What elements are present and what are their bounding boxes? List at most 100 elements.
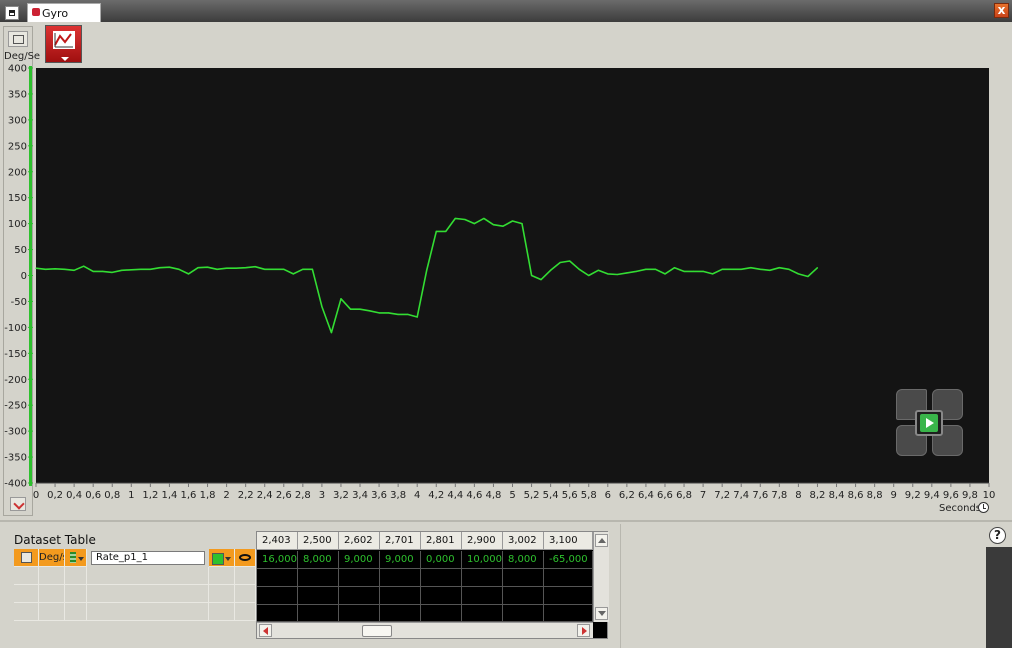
empty-cell bbox=[39, 603, 65, 621]
data-table-header: 2,403 2,500 2,602 2,701 2,801 2,900 3,00… bbox=[257, 532, 609, 550]
y-tick-label: -150 bbox=[4, 349, 27, 360]
value-cell[interactable]: 10,000 bbox=[462, 551, 503, 569]
empty-cell bbox=[257, 587, 298, 605]
info-panel bbox=[620, 524, 989, 648]
value-cell[interactable]: 8,000 bbox=[503, 551, 544, 569]
data-point bbox=[797, 273, 800, 275]
column-header[interactable]: 2,701 bbox=[380, 532, 421, 550]
value-cell[interactable]: -65,000 bbox=[544, 551, 593, 569]
column-header[interactable]: 3,002 bbox=[503, 532, 544, 550]
column-header[interactable]: 2,900 bbox=[462, 532, 503, 550]
data-point bbox=[769, 269, 771, 271]
horizontal-scrollbar[interactable] bbox=[257, 622, 593, 638]
x-tick-label: 0,6 bbox=[85, 490, 101, 501]
x-tick-label: 9 bbox=[891, 490, 897, 501]
x-tick-label: 3 bbox=[319, 490, 325, 501]
empty-cell bbox=[209, 585, 235, 603]
y-tick-label: -400 bbox=[4, 479, 27, 490]
y-tick-label: 200 bbox=[8, 167, 27, 178]
scroll-thumb[interactable] bbox=[362, 625, 392, 637]
x-tick-label: 6,8 bbox=[676, 490, 692, 501]
x-tick-label: 0,8 bbox=[104, 490, 120, 501]
column-header[interactable]: 2,602 bbox=[339, 532, 380, 550]
x-axis-unit-label: Seconds bbox=[939, 503, 982, 514]
help-icon[interactable]: ? bbox=[989, 527, 1006, 544]
visibility-eye-icon[interactable] bbox=[235, 549, 256, 567]
empty-cell bbox=[380, 605, 421, 622]
value-cell[interactable]: 16,000 bbox=[257, 551, 298, 569]
data-point bbox=[92, 270, 94, 272]
data-point bbox=[578, 268, 580, 270]
empty-cell bbox=[298, 587, 339, 605]
data-point bbox=[111, 271, 113, 273]
data-point bbox=[226, 267, 228, 269]
column-header[interactable]: 3,100 bbox=[544, 532, 593, 550]
play-button[interactable] bbox=[915, 410, 943, 436]
data-point bbox=[626, 272, 628, 274]
empty-cell bbox=[87, 603, 209, 621]
data-point bbox=[740, 268, 742, 270]
data-point bbox=[273, 268, 275, 270]
empty-cell bbox=[39, 585, 65, 603]
dataset-style-icon[interactable] bbox=[65, 549, 87, 567]
scroll-down-button[interactable] bbox=[595, 607, 608, 620]
data-point bbox=[464, 218, 466, 221]
scroll-up-button[interactable] bbox=[595, 534, 608, 547]
x-tick-label: 0,4 bbox=[66, 490, 82, 501]
data-point bbox=[330, 331, 333, 334]
dataset-name-field[interactable]: Rate_p1_1 bbox=[91, 551, 205, 565]
scroll-right-button[interactable] bbox=[577, 624, 590, 637]
data-point bbox=[673, 267, 676, 269]
y-tick-label: -300 bbox=[4, 427, 27, 438]
data-point bbox=[130, 269, 132, 271]
data-point bbox=[311, 268, 313, 270]
x-tick-label: 4,6 bbox=[466, 490, 482, 501]
empty-cell bbox=[462, 605, 503, 622]
data-point bbox=[759, 268, 761, 270]
value-cell[interactable]: 0,000 bbox=[421, 551, 462, 569]
value-cell[interactable]: 9,000 bbox=[380, 551, 421, 569]
data-point bbox=[340, 298, 342, 300]
data-point bbox=[530, 274, 533, 277]
data-point bbox=[750, 267, 752, 269]
x-tick-label: 5,6 bbox=[562, 490, 578, 501]
data-point bbox=[388, 312, 390, 314]
column-header[interactable]: 2,403 bbox=[257, 532, 298, 550]
data-point bbox=[569, 260, 571, 262]
y-tick-label: 0 bbox=[21, 271, 27, 282]
data-point bbox=[788, 268, 790, 270]
dataset-color-picker[interactable] bbox=[209, 549, 235, 567]
empty-cell bbox=[65, 603, 87, 621]
dataset-unit[interactable]: Deg/s bbox=[39, 549, 65, 567]
y-tick-label: 400 bbox=[8, 64, 27, 75]
x-tick-label: 3,6 bbox=[371, 490, 387, 501]
scroll-left-button[interactable] bbox=[259, 624, 272, 637]
column-header[interactable]: 2,500 bbox=[298, 532, 339, 550]
x-tick-label: 4,2 bbox=[428, 490, 444, 501]
data-point bbox=[731, 268, 733, 270]
dataset-settings-icon[interactable] bbox=[14, 549, 39, 567]
empty-cell bbox=[65, 585, 87, 603]
data-point bbox=[254, 266, 256, 268]
data-point bbox=[511, 220, 514, 222]
x-tick-label: 2,2 bbox=[238, 490, 254, 501]
value-cell[interactable]: 8,000 bbox=[298, 551, 339, 569]
data-point bbox=[368, 310, 371, 312]
x-tick-label: 4 bbox=[414, 490, 420, 501]
data-point bbox=[816, 267, 819, 269]
data-point bbox=[283, 268, 285, 270]
value-cell[interactable]: 9,000 bbox=[339, 551, 380, 569]
clock-icon[interactable] bbox=[978, 502, 989, 513]
data-point bbox=[702, 270, 704, 272]
empty-cell bbox=[421, 605, 462, 622]
data-point bbox=[435, 230, 437, 233]
column-header[interactable]: 2,801 bbox=[421, 532, 462, 550]
vertical-scrollbar[interactable] bbox=[593, 532, 609, 622]
empty-cell bbox=[544, 587, 593, 605]
x-tick-label: 3,4 bbox=[352, 490, 368, 501]
x-tick-label: 1 bbox=[128, 490, 134, 501]
x-tick-label: 7,4 bbox=[733, 490, 749, 501]
empty-cell bbox=[339, 605, 380, 622]
data-values-table: 2,403 2,500 2,602 2,701 2,801 2,900 3,00… bbox=[256, 531, 609, 639]
x-tick-label: 8,6 bbox=[848, 490, 864, 501]
